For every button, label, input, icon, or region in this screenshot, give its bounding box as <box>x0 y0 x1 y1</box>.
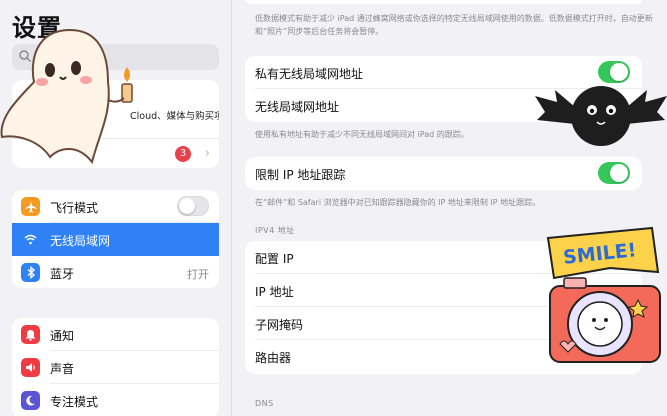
sidebar-item-focus[interactable]: 专注模式 <box>12 384 219 416</box>
private-address-label: 私有无线局域网地址 <box>255 67 364 81</box>
wifi-detail-pane: 低数据模式有助于减少 iPad 通过蜂窝网络或你选择的特定无线局域网使用的数据。… <box>233 0 667 416</box>
sidebar-item-label: 无线局域网 <box>50 234 111 248</box>
settings-sidebar: 设置 Cloud、媒体与购买项目 3 › 飞行模式 <box>0 0 232 416</box>
notification-badge: 3 <box>175 146 191 162</box>
sidebar-item-bluetooth[interactable]: 蓝牙 打开 <box>12 256 219 288</box>
sidebar-title: 设置 <box>12 14 62 42</box>
ip-address-row: IP 地址 <box>245 274 642 307</box>
wifi-address-row: 无线局域网地址 <box>245 89 642 122</box>
sidebar-item-label: 蓝牙 <box>50 267 75 281</box>
limit-ip-toggle[interactable] <box>598 162 630 184</box>
sidebar-item-label: 飞行模式 <box>50 201 99 215</box>
ipv4-section-header: IPV4 地址 <box>255 226 295 235</box>
chevron-right-icon: › <box>204 146 210 161</box>
sidebar-item-airplane[interactable]: 飞行模式 <box>12 190 219 223</box>
ipv4-row-label: IP 地址 <box>255 285 294 299</box>
limit-ip-label: 限制 IP 地址跟踪 <box>255 168 346 182</box>
subnet-mask-row: 子网掩码 <box>245 307 642 340</box>
low-data-note: 低数据模式有助于减少 iPad 通过蜂窝网络或你选择的特定无线局域网使用的数据。… <box>255 14 653 36</box>
private-address-row[interactable]: 私有无线局域网地址 <box>245 56 642 89</box>
sidebar-item-sounds[interactable]: 声音 <box>12 351 219 384</box>
moon-icon <box>21 391 40 410</box>
limit-ip-card: 限制 IP 地址跟踪 <box>245 157 642 190</box>
address-card: 私有无线局域网地址 无线局域网地址 <box>245 56 642 122</box>
limit-ip-row[interactable]: 限制 IP 地址跟踪 <box>245 157 642 190</box>
private-address-toggle[interactable] <box>598 61 630 83</box>
search-field[interactable] <box>12 44 219 70</box>
sidebar-item-label: 通知 <box>50 329 75 343</box>
ipv4-row-label: 子网掩码 <box>255 318 304 332</box>
sidebar-item-notifications[interactable]: 通知 <box>12 318 219 351</box>
apple-id-card[interactable]: Cloud、媒体与购买项目 3 › <box>12 80 219 168</box>
ipv4-card: 配置 IP IP 地址 子网掩码 路由器 <box>245 241 642 374</box>
airplane-toggle[interactable] <box>177 196 209 216</box>
ipv4-row-label: 配置 IP <box>255 252 294 266</box>
sidebar-item-label: 专注模式 <box>50 395 99 409</box>
bluetooth-icon <box>21 263 40 282</box>
configure-ip-row[interactable]: 配置 IP <box>245 241 642 274</box>
sidebar-item-wifi[interactable]: 无线局域网 <box>12 223 219 256</box>
profile-subtitle: Cloud、媒体与购买项目 <box>130 111 219 122</box>
dns-section-header: DNS <box>255 399 274 408</box>
low-data-card <box>245 0 642 4</box>
wifi-address-label: 无线局域网地址 <box>255 100 340 114</box>
sidebar-item-label: 声音 <box>50 362 75 376</box>
bluetooth-status: 打开 <box>187 268 209 281</box>
search-icon <box>19 50 32 63</box>
ipv4-row-label: 路由器 <box>255 351 292 365</box>
bell-icon <box>21 325 40 344</box>
private-address-note: 使用私有地址有助于减少不同无线局域网间对 iPad 的跟踪。 <box>255 130 469 139</box>
sidebar-item-updates[interactable]: 3 › <box>12 138 219 168</box>
notification-group: 通知 声音 专注模式 <box>12 318 219 416</box>
airplane-icon <box>21 197 40 216</box>
wifi-icon <box>21 230 40 249</box>
network-group: 飞行模式 无线局域网 蓝牙 打开 <box>12 190 219 288</box>
limit-ip-note: 在“邮件”和 Safari 浏览器中对已知跟踪器隐藏你的 IP 地址来限制 IP… <box>255 198 541 207</box>
router-row: 路由器 <box>245 340 642 373</box>
speaker-icon <box>21 358 40 377</box>
